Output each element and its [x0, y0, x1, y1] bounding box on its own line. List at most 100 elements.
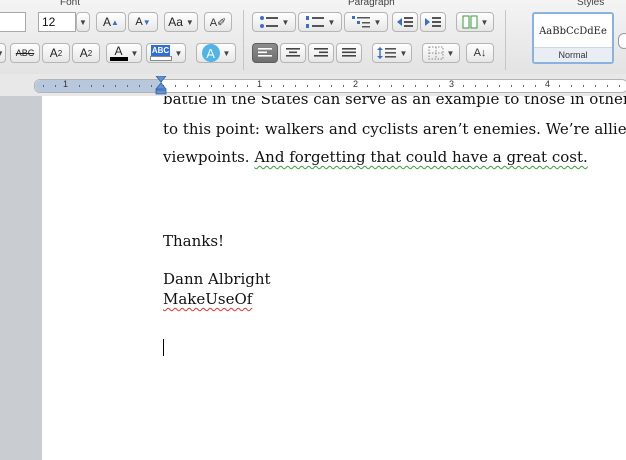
highlight-letters: ABC	[150, 45, 171, 56]
ruler-tick	[619, 85, 620, 87]
multilevel-list-button[interactable]: ▼	[344, 12, 388, 32]
justify-icon	[342, 48, 356, 57]
ruler-tick	[79, 85, 80, 87]
highlight-button[interactable]: ABC ▼	[146, 43, 186, 63]
document-text: viewpoints.	[163, 148, 255, 166]
shrink-font-button[interactable]: A ▼	[128, 12, 158, 32]
grammar-flagged-text: And forgetting that could have a great c…	[254, 148, 588, 166]
ruler-tick	[427, 85, 428, 87]
underline-dropdown[interactable]: ▼	[0, 43, 6, 63]
subscript-mark: 2	[87, 48, 93, 58]
ruler-tick	[223, 85, 224, 87]
chevron-down-icon: ▼	[222, 48, 231, 58]
ruler-tick	[55, 85, 56, 87]
document-line: viewpoints. And forgetting that could ha…	[163, 148, 588, 166]
text-effects-button[interactable]: A ▼	[196, 43, 236, 63]
ruler-number: 1	[257, 79, 263, 89]
superscript-mark: 2	[57, 48, 63, 58]
ruler-tick	[583, 85, 584, 87]
horizontal-ruler: 1 1 2 3 4	[0, 74, 626, 97]
strikethrough-button[interactable]: ABC	[10, 43, 40, 63]
eraser-icon: A✐	[209, 16, 227, 29]
ruler-number: 1	[63, 79, 69, 89]
align-left-button[interactable]	[252, 43, 278, 63]
ruler-tick	[475, 85, 476, 87]
ruler-tick	[307, 85, 308, 87]
numbered-list-icon	[305, 16, 324, 28]
chevron-down-icon: ▼	[174, 48, 183, 58]
decrease-indent-button[interactable]	[392, 12, 418, 32]
ruler-tick	[271, 85, 272, 87]
styles-scroll-control[interactable]	[618, 33, 626, 49]
ruler-tick	[487, 85, 488, 87]
decrease-indent-icon	[397, 17, 413, 27]
ruler-tick	[439, 85, 440, 87]
chevron-down-icon: ▼	[327, 17, 336, 27]
increase-indent-button[interactable]	[420, 12, 446, 32]
ruler-tick	[559, 85, 560, 87]
numbering-button[interactable]: ▼	[298, 12, 342, 32]
chevron-down-icon: ▼	[0, 49, 4, 58]
strikethrough-icon: ABC	[15, 48, 35, 58]
ruler-tick	[607, 85, 608, 87]
align-right-button[interactable]	[308, 43, 334, 63]
columns-button[interactable]: ▼	[456, 12, 494, 32]
document-page[interactable]: battle in the States can serve as an exa…	[42, 96, 626, 460]
bullets-button[interactable]: ▼	[252, 12, 296, 32]
clear-formatting-button[interactable]: A✐	[204, 12, 232, 32]
superscript-icon: A	[49, 46, 58, 60]
ruler-tick	[595, 85, 596, 87]
signature-name: Dann Albright	[163, 270, 271, 288]
font-size-field[interactable]: 12	[38, 12, 76, 32]
ruler-number: 3	[449, 79, 455, 89]
font-size-dropdown[interactable]: ▼	[76, 12, 90, 32]
indent-marker-icon[interactable]	[155, 76, 167, 95]
group-separator	[243, 10, 244, 70]
bullet-list-icon	[259, 16, 278, 28]
align-center-button[interactable]	[280, 43, 306, 63]
ruler-tick	[499, 85, 500, 87]
font-name-field[interactable]	[0, 12, 26, 32]
ruler-tick	[151, 85, 152, 87]
superscript-button[interactable]: A2	[42, 43, 70, 63]
sort-icon: A↓	[473, 47, 487, 59]
change-case-icon: Aa	[168, 15, 183, 29]
group-separator	[505, 10, 506, 70]
borders-button[interactable]: ▼	[422, 43, 460, 63]
columns-icon	[462, 15, 478, 29]
multilevel-list-icon	[351, 16, 370, 28]
closing-line: Thanks!	[163, 232, 225, 250]
chevron-down-icon: ▼	[399, 48, 408, 58]
subscript-button[interactable]: A2	[72, 43, 100, 63]
sort-button[interactable]: A↓	[466, 43, 494, 63]
ruler-tick	[463, 85, 464, 87]
grow-font-icon: A	[103, 15, 112, 29]
spelling-flagged-text: MakeUseOf	[163, 290, 253, 308]
ruler-tick	[283, 85, 284, 87]
borders-icon	[428, 46, 444, 60]
subscript-icon: A	[79, 46, 88, 60]
highlight-icon: ABC	[149, 45, 172, 61]
align-right-icon	[314, 48, 328, 57]
paragraph-group-label: Paragraph	[348, 0, 395, 8]
shrink-font-icon: A	[135, 16, 143, 28]
grow-font-button[interactable]: A ▲	[96, 12, 126, 32]
ruler-tick	[175, 85, 176, 87]
justify-button[interactable]	[336, 43, 362, 63]
ruler-tick	[535, 85, 536, 87]
style-normal-tile[interactable]: AaBbCcDdEe Normal	[532, 12, 614, 64]
font-size-value: 12	[42, 15, 56, 29]
ruler-tick	[331, 85, 332, 87]
font-group-label: Font	[60, 0, 81, 8]
increase-indent-icon	[425, 17, 441, 27]
ruler-tick	[379, 85, 380, 87]
ruler-tick	[319, 85, 320, 87]
ruler-track[interactable]: 1 1 2 3 4	[34, 79, 626, 93]
font-color-button[interactable]: A ▼	[106, 43, 142, 63]
change-case-button[interactable]: Aa ▼	[164, 12, 198, 32]
ruler-tick	[127, 85, 128, 87]
highlight-swatch	[149, 56, 172, 61]
ruler-number: 2	[353, 79, 359, 89]
line-spacing-button[interactable]: ▼	[372, 43, 412, 63]
ruler-tick	[115, 85, 116, 87]
